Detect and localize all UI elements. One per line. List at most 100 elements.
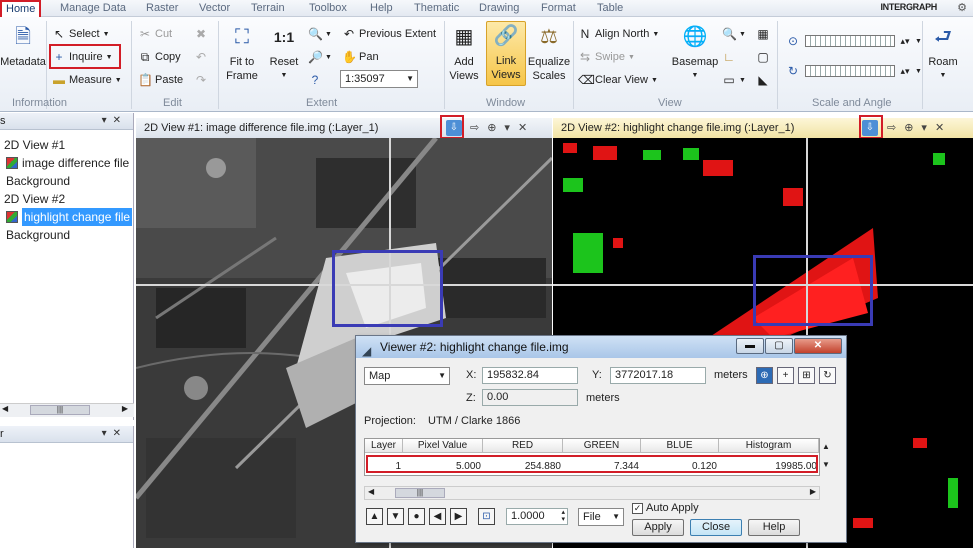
triangle-tool-button[interactable]: ◣ [756, 71, 770, 89]
redo-button[interactable]: ↷ [194, 71, 208, 89]
roam-button[interactable]: ⮐ Roam ▼ [926, 23, 960, 83]
scale-icon-button[interactable]: ⊙ [786, 32, 800, 50]
y-coordinate-field[interactable]: 3772017.18 [610, 367, 706, 384]
tab-raster[interactable]: Raster [146, 0, 178, 17]
delete-button[interactable]: ✖ [194, 25, 208, 43]
table-hscrollbar[interactable]: ◀ ||| ▶ [364, 486, 820, 500]
metadata-button[interactable]: 🗎 Metadata [0, 23, 46, 69]
tab-table[interactable]: Table [597, 0, 623, 17]
tab-help[interactable]: Help [370, 0, 393, 17]
swipe-button[interactable]: ⇆ Swipe ▼ [578, 48, 635, 66]
scale-slider[interactable] [805, 35, 895, 47]
copy-button[interactable]: ⧉ Copy [138, 48, 181, 66]
apply-button[interactable]: Apply [632, 519, 684, 536]
frame-tool-button[interactable]: ▢ [756, 48, 770, 66]
center-dot-icon[interactable]: ● [408, 508, 425, 525]
cut-button[interactable]: ✂ Cut [138, 25, 172, 43]
grid-tool-button[interactable]: ▦ [756, 25, 770, 43]
table-header-green: GREEN [563, 439, 641, 453]
add-point-icon[interactable]: + [777, 367, 794, 384]
inquire-box[interactable] [332, 250, 443, 327]
angle-spin[interactable]: ▴▾ ▼ [898, 62, 921, 80]
tab-home[interactable]: Home [0, 0, 42, 17]
tab-drawing[interactable]: Drawing [479, 0, 519, 17]
search-icon: 🔍 [722, 27, 737, 41]
tree-item-view2[interactable]: 2D View #2 [0, 190, 133, 208]
tree-item-background[interactable]: Background [0, 172, 133, 190]
globe-tool-icon[interactable]: ⊕ [756, 367, 773, 384]
move-down-icon[interactable]: ▼ [387, 508, 404, 525]
step-size-field[interactable]: 1.0000 ▴ ▾ [506, 508, 568, 525]
move-right-icon[interactable]: ▶ [450, 508, 467, 525]
divider [131, 21, 132, 109]
x-coordinate-field[interactable]: 195832.84 [482, 367, 578, 384]
monitor-icon: ▭ [723, 73, 735, 87]
scroll-thumb[interactable]: ||| [395, 488, 445, 498]
tree-item-background-2[interactable]: Background [0, 226, 133, 244]
file-select[interactable]: File [578, 508, 624, 526]
tree-label: Background [6, 174, 71, 188]
tab-terrain[interactable]: Terrain [251, 0, 285, 17]
zoom-query-button[interactable]: ? [308, 71, 322, 89]
tab-thematic[interactable]: Thematic [414, 0, 459, 17]
move-up-icon[interactable]: ▲ [366, 508, 383, 525]
grid-icon: ▦ [757, 27, 769, 41]
align-north-button[interactable]: N Align North ▼ [578, 25, 660, 43]
scale-spin[interactable]: ▴▾ ▼ [898, 32, 922, 50]
select-button[interactable]: ↖ Select ▼ [52, 25, 110, 43]
scroll-thumb[interactable]: ||| [30, 405, 90, 415]
clear-view-button[interactable]: ⌫ Clear View ▼ [578, 71, 658, 89]
tab-format[interactable]: Format [541, 0, 576, 17]
refresh-icon[interactable]: ↻ [819, 367, 836, 384]
measure-button[interactable]: ▬ Measure ▼ [52, 71, 122, 89]
monitor-tool-button[interactable]: ▭ ▼ [722, 71, 746, 89]
coordinate-type-select[interactable]: Map [364, 367, 450, 385]
reset-label: Reset [269, 56, 299, 68]
inquire-box[interactable] [753, 255, 873, 326]
snap-icon[interactable]: ⊡ [478, 508, 495, 525]
corner-tool-button[interactable]: ∟ [722, 48, 736, 66]
view2-window-buttons-icon[interactable]: ⇨⊕▾✕ [887, 118, 952, 138]
previous-extent-button[interactable]: ↶ Previous Extent [342, 25, 436, 43]
view1-window-buttons-icon[interactable]: ⇨⊕▾✕ [470, 118, 535, 138]
panel-pin-close-icon[interactable]: ▾✕ [102, 115, 127, 126]
zoom-out-button[interactable]: 🔎 ▼ [308, 48, 332, 66]
search-tool-button[interactable]: 🔍 ▼ [722, 25, 746, 43]
fit-to-frame-button[interactable]: ⛶ Fit to Frame [222, 23, 262, 83]
angle-slider[interactable] [805, 65, 895, 77]
minimize-button[interactable]: ▬ [736, 338, 764, 354]
reset-button[interactable]: 1:1 Reset ▼ [266, 23, 302, 83]
auto-apply-checkbox[interactable]: ✓ Auto Apply [632, 502, 699, 514]
contents-hscrollbar[interactable]: ◀ ||| ▶ [0, 403, 134, 417]
maximize-button[interactable]: ▢ [765, 338, 793, 354]
basemap-button[interactable]: 🌐 Basemap ▼ [672, 23, 718, 83]
panel-pin-close-icon[interactable]: ▾✕ [102, 428, 127, 439]
tab-manage-data[interactable]: Manage Data [60, 0, 126, 17]
tree-item-highlight-change[interactable]: highlight change file [0, 208, 133, 226]
close-window-button[interactable]: ✕ [794, 338, 842, 354]
undo-button[interactable]: ↶ [194, 48, 208, 66]
help-button[interactable]: Help [748, 519, 800, 536]
scale-select[interactable]: 1:35097 [340, 70, 418, 88]
view1-titlebar[interactable]: 2D View #1: image difference file.img (:… [136, 118, 552, 138]
tree-item-image-difference[interactable]: image difference file [0, 154, 133, 172]
rotate-icon-button[interactable]: ↻ [786, 62, 800, 80]
add-views-button[interactable]: ▦ Add Views [444, 23, 484, 83]
paste-button[interactable]: 📋 Paste [138, 71, 183, 89]
chevron-down-icon: ▼ [915, 37, 922, 45]
equalize-scales-button[interactable]: ⚖ Equalize Scales [528, 23, 570, 83]
view2-titlebar[interactable]: 2D View #2: highlight change file.img (:… [553, 118, 973, 138]
tab-vector[interactable]: Vector [199, 0, 230, 17]
add-point-plus-icon[interactable]: ⊞ [798, 367, 815, 384]
viewer-dialog-titlebar[interactable]: ◢ Viewer #2: highlight change file.img ▬… [356, 336, 846, 358]
tree-item-view1[interactable]: 2D View #1 [0, 136, 133, 154]
table-vscroll-icon[interactable]: ▲ ▼ [822, 438, 830, 474]
settings-icon[interactable]: ⚙ [957, 1, 967, 14]
link-views-button[interactable]: 🔗 Link Views [486, 21, 526, 86]
table-header-layer: Layer [365, 439, 403, 453]
tab-toolbox[interactable]: Toolbox [309, 0, 347, 17]
move-left-icon[interactable]: ◀ [429, 508, 446, 525]
pan-button[interactable]: ✋ Pan [342, 48, 379, 66]
zoom-in-button[interactable]: 🔍 ▼ [308, 25, 332, 43]
close-button[interactable]: Close [690, 519, 742, 536]
